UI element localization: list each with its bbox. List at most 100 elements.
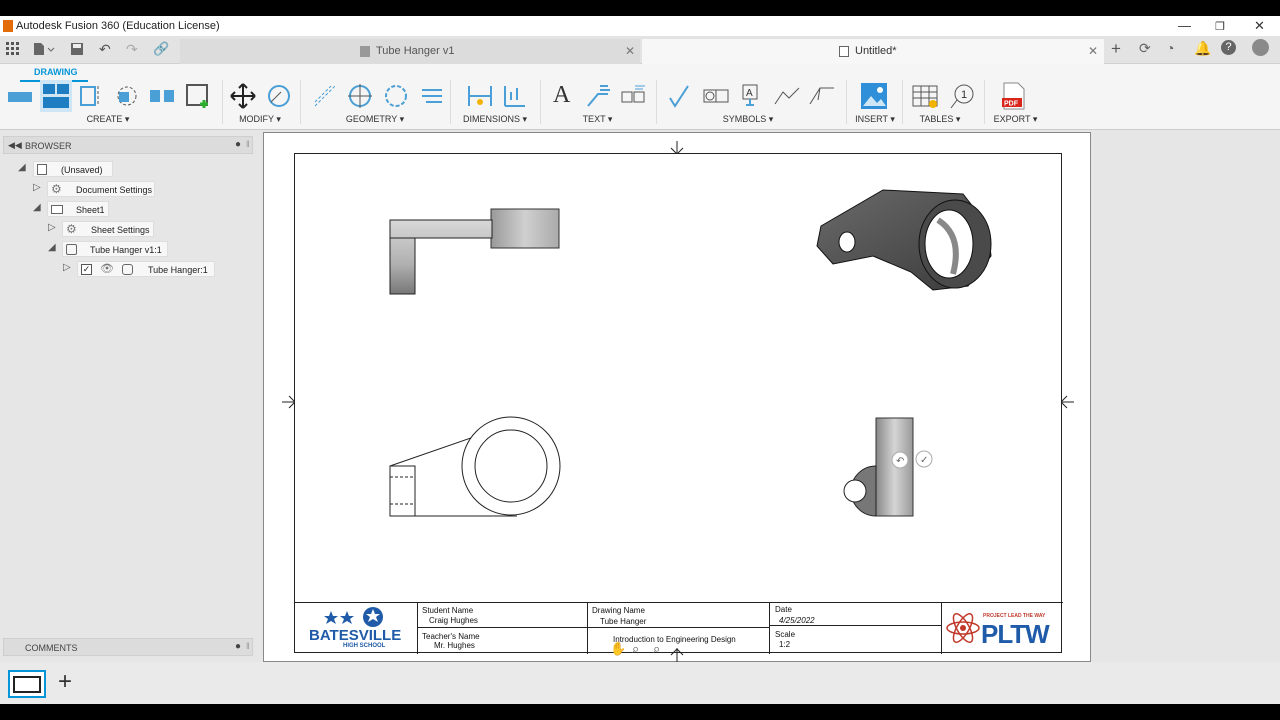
- scale-value: 1:2: [779, 640, 791, 649]
- detail-view-icon[interactable]: [113, 82, 141, 110]
- group-geometry[interactable]: GEOMETRY ▾: [340, 114, 410, 125]
- job-status-icon[interactable]: ◔: [1166, 40, 1174, 56]
- browser-header[interactable]: ◀◀ BROWSER ● ‖: [3, 136, 253, 154]
- group-export[interactable]: EXPORT ▾: [988, 114, 1043, 125]
- group-symbols[interactable]: SYMBOLS ▾: [718, 114, 778, 125]
- expanded-arrow-icon[interactable]: ◢: [18, 162, 26, 173]
- zoom-icon[interactable]: ⌕: [632, 641, 639, 657]
- undo-icon[interactable]: ↶: [99, 41, 111, 58]
- browser-title: BROWSER: [25, 141, 72, 151]
- group-create[interactable]: CREATE ▾: [78, 114, 138, 125]
- comments-title: COMMENTS: [25, 643, 78, 653]
- redo-icon[interactable]: ↷: [126, 41, 138, 58]
- surface-texture-icon[interactable]: [666, 82, 694, 110]
- centerline-icon[interactable]: [311, 82, 339, 110]
- sheet-center-marker-bottom: [670, 648, 684, 662]
- help-icon[interactable]: ?: [1221, 40, 1236, 55]
- document-tab-bar: ↶ ↷ 🔗 Tube Hanger v1 ✕ Untitled* ✕ + ⟳ ◔…: [0, 36, 1280, 64]
- weld-symbol-icon[interactable]: [773, 82, 801, 110]
- collapsed-arrow-icon[interactable]: ▷: [63, 262, 71, 273]
- balloon-number-icon[interactable]: 1: [948, 82, 976, 110]
- pan-icon[interactable]: ✋: [610, 641, 626, 657]
- teacher-name-value: Mr. Hughes: [434, 641, 475, 650]
- drawing-name-label: Drawing Name: [592, 606, 645, 615]
- comments-header[interactable]: COMMENTS ● ‖: [3, 638, 253, 656]
- right-view[interactable]: ↶ ✓: [830, 416, 940, 518]
- projected-view-icon[interactable]: [40, 80, 72, 112]
- ribbon-toolbar: DRAWING CREATE ▾ MODIFY ▾ GEOMETRY ▾ DIM…: [0, 64, 1280, 130]
- new-tab-icon[interactable]: +: [1111, 39, 1121, 59]
- group-modify[interactable]: MODIFY ▾: [230, 114, 290, 125]
- insert-image-icon[interactable]: [860, 82, 888, 110]
- app-grid-icon[interactable]: [6, 42, 20, 56]
- tab-tube-hanger[interactable]: Tube Hanger v1 ✕: [180, 39, 640, 64]
- text-icon[interactable]: A: [553, 82, 570, 109]
- file-menu-icon[interactable]: [33, 42, 55, 56]
- svg-text:PDF: PDF: [1004, 101, 1019, 108]
- feature-control-frame-icon[interactable]: [702, 82, 730, 110]
- sheet-thumbnail[interactable]: [8, 670, 46, 698]
- close-tab-icon[interactable]: ✕: [625, 44, 635, 58]
- restore-icon[interactable]: ❐: [1215, 20, 1225, 33]
- workspace-label[interactable]: DRAWING: [34, 67, 78, 77]
- extensions-icon[interactable]: ⟳: [1139, 40, 1151, 57]
- minimize-icon[interactable]: —: [1178, 18, 1191, 33]
- balloon-icon[interactable]: [619, 82, 647, 110]
- visibility-checkbox[interactable]: ✓: [81, 264, 92, 275]
- center-mark-icon[interactable]: [346, 82, 374, 110]
- group-dimensions[interactable]: DIMENSIONS ▾: [460, 114, 530, 125]
- export-pdf-icon[interactable]: PDF: [1000, 82, 1028, 110]
- tab-untitled[interactable]: Untitled* ✕: [642, 39, 1104, 64]
- ordinate-dimension-icon[interactable]: [501, 82, 529, 110]
- edge-symbol-icon[interactable]: [808, 82, 836, 110]
- pltw-atom-logo-icon: [946, 613, 980, 643]
- title-bar: Autodesk Fusion 360 (Education License) …: [0, 16, 1280, 36]
- collapse-panel-icon[interactable]: ◀◀: [8, 140, 22, 151]
- school-subtitle: HIGH SCHOOL: [343, 643, 386, 649]
- pin-icon[interactable]: ●: [235, 641, 241, 652]
- edge-extension-icon[interactable]: [418, 82, 446, 110]
- svg-text:↶: ↶: [896, 456, 904, 467]
- resize-handle-icon[interactable]: ‖: [246, 139, 250, 149]
- save-icon[interactable]: [70, 42, 84, 56]
- link-icon[interactable]: 🔗: [153, 41, 169, 57]
- expanded-arrow-icon[interactable]: ◢: [33, 202, 41, 213]
- sheet-bar: +: [0, 662, 1280, 704]
- zoom-window-icon[interactable]: ⌕: [653, 641, 660, 657]
- datum-identifier-icon[interactable]: A: [737, 82, 765, 110]
- comments-panel: COMMENTS ● ‖: [3, 638, 253, 656]
- expanded-arrow-icon[interactable]: ◢: [48, 242, 56, 253]
- resize-handle-icon[interactable]: ‖: [246, 641, 250, 651]
- section-view-icon[interactable]: [78, 82, 106, 110]
- sketch-icon[interactable]: [184, 82, 212, 110]
- pin-icon[interactable]: ●: [235, 139, 241, 150]
- group-tables[interactable]: TABLES ▾: [915, 114, 965, 125]
- front-view[interactable]: [389, 416, 565, 518]
- group-text[interactable]: TEXT ▾: [575, 114, 620, 125]
- add-sheet-icon[interactable]: +: [58, 668, 72, 696]
- center-mark-pattern-icon[interactable]: [382, 82, 410, 110]
- base-view-icon[interactable]: [6, 82, 34, 110]
- drawing-sheet[interactable]: ↶ ✓ BATESVILLE HIGH SCHOOL Student Name …: [294, 153, 1063, 654]
- browser-panel: ◀◀ BROWSER ● ‖ ◢ (Unsaved) ▷ ⚙ Document …: [3, 136, 253, 646]
- notifications-icon[interactable]: 🔔: [1194, 40, 1211, 57]
- batesville-stars-logo-icon: [324, 607, 383, 627]
- move-icon[interactable]: [229, 82, 257, 110]
- date-value: 4/25/2022: [779, 616, 815, 625]
- dimension-icon[interactable]: [466, 82, 494, 110]
- table-icon[interactable]: [911, 82, 939, 110]
- group-insert[interactable]: INSERT ▾: [850, 114, 900, 125]
- break-view-icon[interactable]: [148, 82, 176, 110]
- user-avatar[interactable]: [1252, 39, 1269, 56]
- collapsed-arrow-icon[interactable]: ▷: [48, 222, 56, 233]
- top-view[interactable]: [389, 208, 561, 296]
- isometric-view[interactable]: [813, 186, 1001, 298]
- close-window-icon[interactable]: ✕: [1254, 18, 1265, 34]
- rotate-icon[interactable]: [265, 82, 293, 110]
- drawing-canvas[interactable]: ↶ ✓ BATESVILLE HIGH SCHOOL Student Name …: [263, 132, 1091, 662]
- svg-text:A: A: [746, 88, 753, 99]
- eye-icon[interactable]: 👁: [100, 262, 114, 275]
- close-tab-icon[interactable]: ✕: [1088, 44, 1098, 58]
- collapsed-arrow-icon[interactable]: ▷: [33, 182, 41, 193]
- leader-icon[interactable]: [584, 82, 612, 110]
